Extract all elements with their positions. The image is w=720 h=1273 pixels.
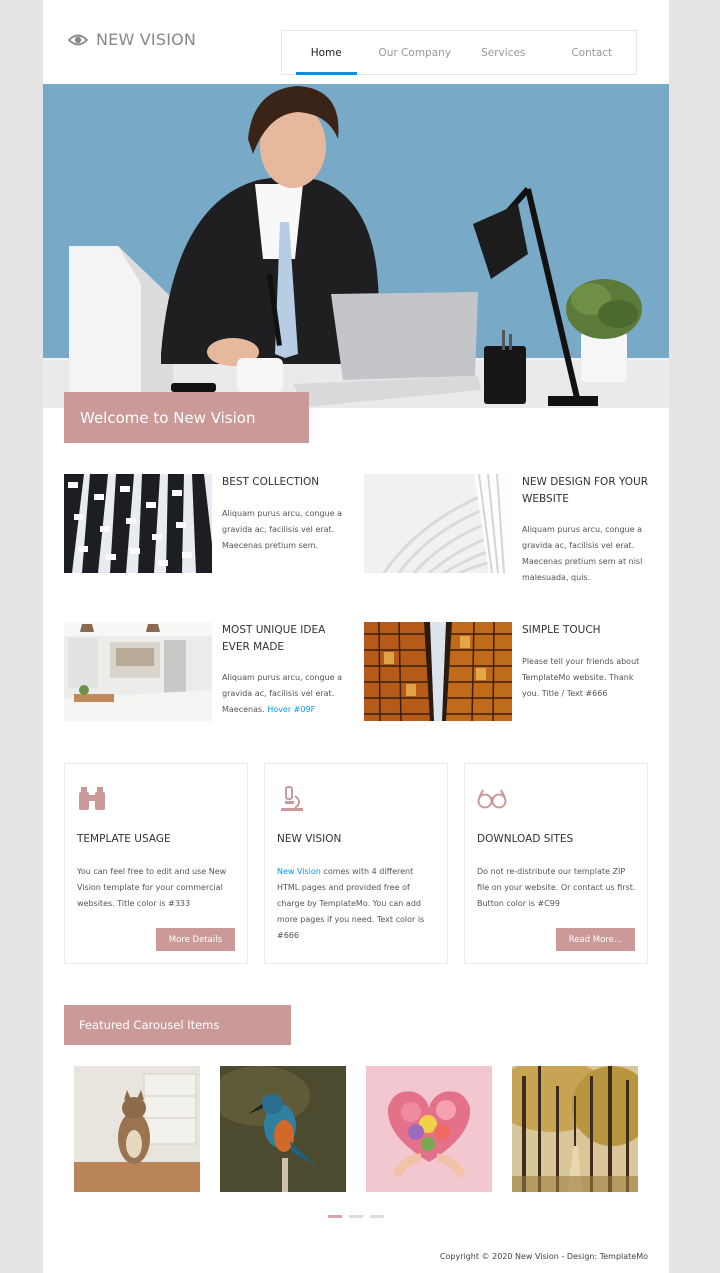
nav-contact[interactable]: Contact bbox=[548, 31, 637, 74]
nav-home[interactable]: Home bbox=[282, 31, 371, 75]
logo-text: NEW VISION bbox=[96, 30, 197, 49]
hover-link[interactable]: Hover #09F bbox=[267, 705, 315, 714]
feature-simple-touch: SIMPLE TOUCH Please tell your friends ab… bbox=[364, 622, 654, 732]
more-details-button[interactable]: More Details bbox=[155, 928, 235, 951]
nav-services[interactable]: Services bbox=[459, 31, 548, 74]
carousel-title: Featured Carousel Items bbox=[64, 1005, 291, 1045]
feature-new-design: NEW DESIGN FOR YOUR WEBSITE Aliquam puru… bbox=[364, 474, 654, 584]
card-text: You can feel free to edit and use New Vi… bbox=[77, 867, 227, 908]
feature-best-collection: BEST COLLECTION Aliquam purus arcu, cong… bbox=[64, 474, 354, 584]
carousel-item-cat[interactable] bbox=[74, 1066, 200, 1192]
nav-our-company[interactable]: Our Company bbox=[371, 31, 460, 74]
page-container: NEW VISION Home Our Company Services Con… bbox=[43, 0, 669, 1273]
feature-text: Aliquam purus arcu, congue a gravida ac,… bbox=[222, 673, 342, 714]
read-more-button[interactable]: Read More... bbox=[555, 928, 635, 951]
eye-icon bbox=[68, 34, 88, 45]
footer-copyright: Copyright © 2020 New Vision - Design: Te… bbox=[439, 1252, 648, 1261]
binoculars-icon bbox=[79, 787, 105, 810]
microscope-icon bbox=[281, 786, 303, 811]
feature-title: MOST UNIQUE IDEA EVER MADE bbox=[222, 624, 326, 653]
card-title: DOWNLOAD SITES bbox=[477, 833, 574, 845]
card-text: Do not re-distribute our template ZIP fi… bbox=[477, 867, 636, 908]
feature-image bbox=[364, 474, 512, 573]
card-title: NEW VISION bbox=[277, 833, 342, 845]
carousel-dot-1[interactable] bbox=[328, 1215, 342, 1218]
feature-text: Aliquam purus arcu, congue a gravida ac,… bbox=[522, 525, 643, 582]
carousel-dot-2[interactable] bbox=[349, 1215, 363, 1218]
feature-title: NEW DESIGN FOR YOUR WEBSITE bbox=[522, 476, 649, 505]
hero-image bbox=[43, 84, 669, 408]
glasses-icon bbox=[477, 789, 507, 809]
feature-image bbox=[64, 474, 212, 573]
card-text: New Vision comes with 4 different HTML p… bbox=[277, 867, 425, 940]
feature-image bbox=[364, 622, 512, 721]
feature-image bbox=[64, 622, 212, 721]
feature-text: Please tell your friends about TemplateM… bbox=[522, 657, 640, 698]
feature-unique-idea: MOST UNIQUE IDEA EVER MADE Aliquam purus… bbox=[64, 622, 354, 732]
carousel-item-flowers[interactable] bbox=[366, 1066, 492, 1192]
card-title: TEMPLATE USAGE bbox=[77, 833, 171, 845]
carousel-dot-3[interactable] bbox=[370, 1215, 384, 1218]
main-nav: Home Our Company Services Contact bbox=[281, 30, 637, 75]
new-vision-link[interactable]: New Vision bbox=[277, 867, 321, 876]
card-download-sites: DOWNLOAD SITES Do not re-distribute our … bbox=[464, 763, 648, 964]
carousel-item-kingfisher[interactable] bbox=[220, 1066, 346, 1192]
feature-title: SIMPLE TOUCH bbox=[522, 624, 601, 636]
welcome-banner: Welcome to New Vision bbox=[64, 392, 309, 443]
feature-title: BEST COLLECTION bbox=[222, 476, 320, 488]
card-new-vision: NEW VISION New Vision comes with 4 diffe… bbox=[264, 763, 448, 964]
carousel-pagination bbox=[328, 1215, 384, 1218]
card-template-usage: TEMPLATE USAGE You can feel free to edit… bbox=[64, 763, 248, 964]
feature-text: Aliquam purus arcu, congue a gravida ac,… bbox=[222, 509, 342, 550]
carousel-item-forest[interactable] bbox=[512, 1066, 638, 1192]
site-logo[interactable]: NEW VISION bbox=[68, 30, 196, 49]
